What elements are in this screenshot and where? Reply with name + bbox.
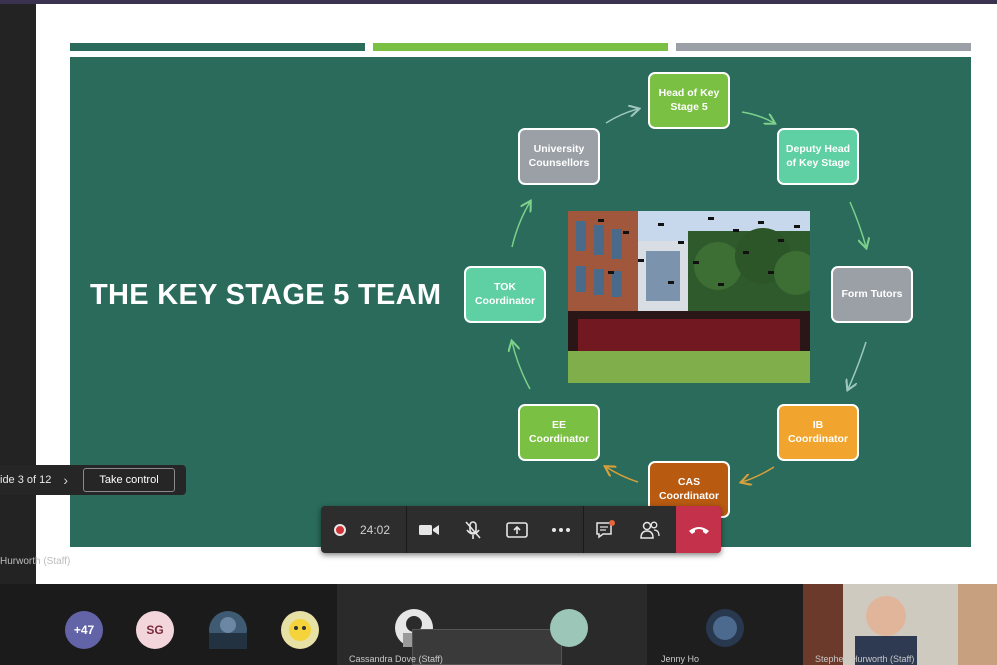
participant-tile[interactable]: Cassandra Dove (Staff) (337, 584, 647, 665)
more-icon (552, 527, 570, 532)
participant-tile[interactable]: Jenny Ho (647, 584, 803, 665)
participant-avatar-photo[interactable] (209, 611, 247, 649)
mic-off-icon (465, 520, 481, 539)
participant-avatar-initials[interactable]: SG (136, 611, 174, 649)
call-controls-bar: 24:02 (321, 506, 721, 553)
participant-name: Cassandra Dove (Staff) (349, 654, 443, 664)
node-form-tutors: Form Tutors (831, 266, 913, 323)
graduation-photo (568, 211, 810, 383)
self-video[interactable] (958, 584, 997, 665)
slide-accent-bar-3 (676, 43, 971, 51)
participant-video-feed (803, 584, 958, 665)
node-deputy-head: Deputy Head of Key Stage (777, 128, 859, 185)
arrow-5 (606, 467, 639, 483)
arrow-4 (742, 466, 775, 482)
node-ib-coordinator: IB Coordinator (777, 404, 859, 461)
participant-name: Stephen Hurworth (Staff) (815, 654, 915, 664)
arrow-7 (511, 202, 530, 248)
participant-avatar-photo (706, 609, 744, 647)
node-university-counsellors: University Counsellors (518, 128, 600, 185)
share-screen-button[interactable] (495, 506, 539, 553)
more-options-button[interactable] (539, 506, 583, 553)
overflow-participants-count[interactable]: +47 (65, 611, 103, 649)
hang-up-button[interactable] (676, 506, 721, 553)
participant-video[interactable]: Stephen Hurworth (Staff) (803, 584, 958, 665)
next-slide-icon[interactable]: › (63, 472, 68, 488)
slide-accent-bar-2 (373, 43, 668, 51)
node-head-of-key-stage: Head of Key Stage 5 (648, 72, 730, 129)
presenter-name: Hurworth (Staff) (0, 556, 71, 567)
participants-button[interactable] (628, 506, 672, 553)
presentation-slide: THE KEY STAGE 5 TEAM Head of Key Stage 5… (70, 57, 971, 547)
left-strip (0, 4, 36, 584)
take-control-button[interactable]: Take control (83, 468, 175, 492)
chat-button[interactable] (584, 506, 628, 553)
share-screen-icon (506, 521, 528, 538)
mic-button[interactable] (451, 506, 495, 553)
slide-navigation: ide 3 of 12 › Take control (0, 465, 186, 495)
arrow-8 (605, 109, 638, 124)
slide-accent-bar-1 (70, 43, 365, 51)
arrow-1 (741, 111, 774, 123)
record-icon (334, 523, 346, 536)
arrow-2 (849, 201, 866, 247)
camera-icon (419, 524, 439, 535)
hangup-icon (688, 526, 709, 534)
participant-avatar-photo (550, 609, 588, 647)
participant-name: Jenny Ho (661, 654, 700, 664)
chat-icon (596, 519, 615, 538)
node-tok-coordinator: TOK Coordinator (464, 266, 546, 323)
node-ee-coordinator: EE Coordinator (518, 404, 600, 461)
participant-strip: +47 SG Cassandra Dove (Staff) Jenny Ho S… (0, 584, 997, 665)
call-timer: 24:02 (360, 522, 391, 537)
arrow-6 (512, 342, 531, 390)
camera-button[interactable] (407, 506, 451, 553)
participants-icon (640, 521, 660, 539)
participant-avatar-emoji[interactable] (281, 611, 319, 649)
slide-counter: ide 3 of 12 (0, 474, 52, 486)
arrow-3 (848, 341, 867, 389)
